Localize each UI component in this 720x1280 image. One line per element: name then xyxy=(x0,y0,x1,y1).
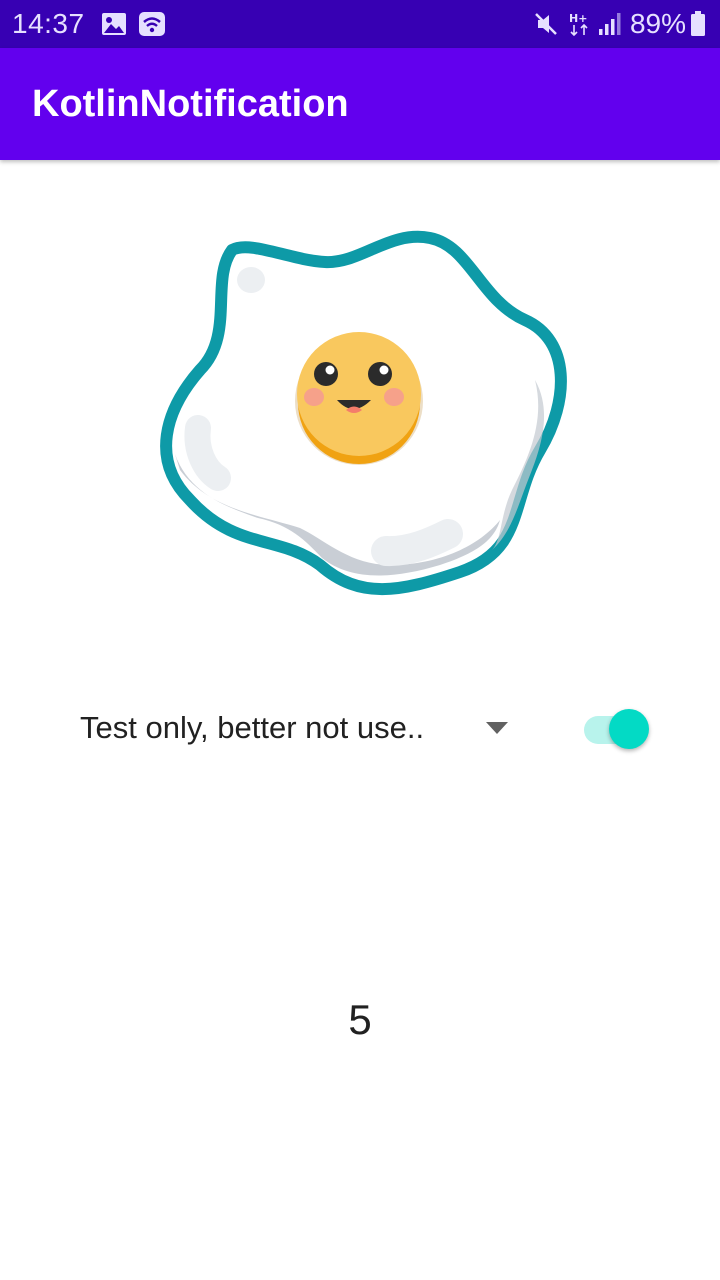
app-bar: KotlinNotification xyxy=(0,48,720,160)
wifi-icon xyxy=(139,12,165,36)
spinner-selected-value: Test only, better not use.. xyxy=(80,710,425,745)
status-time: 14:37 xyxy=(12,8,85,39)
notification-toggle-switch[interactable] xyxy=(580,704,656,754)
counter-value: 5 xyxy=(348,996,372,1043)
status-bar: 14:37 H+ 89% xyxy=(0,0,720,48)
dropdown-arrow-icon xyxy=(486,722,508,734)
switch-thumb xyxy=(609,709,649,749)
fried-egg-smiley-icon xyxy=(160,230,567,596)
image-icon xyxy=(102,13,126,35)
mute-icon xyxy=(535,13,557,35)
network-type-icon: H+ xyxy=(569,12,588,37)
svg-text:H+: H+ xyxy=(569,12,587,25)
app-title: KotlinNotification xyxy=(32,83,349,125)
notification-type-spinner[interactable]: Test only, better not use.. xyxy=(64,696,524,760)
battery-percent: 89% xyxy=(629,8,686,39)
signal-icon xyxy=(599,13,621,35)
battery-icon xyxy=(691,11,705,36)
